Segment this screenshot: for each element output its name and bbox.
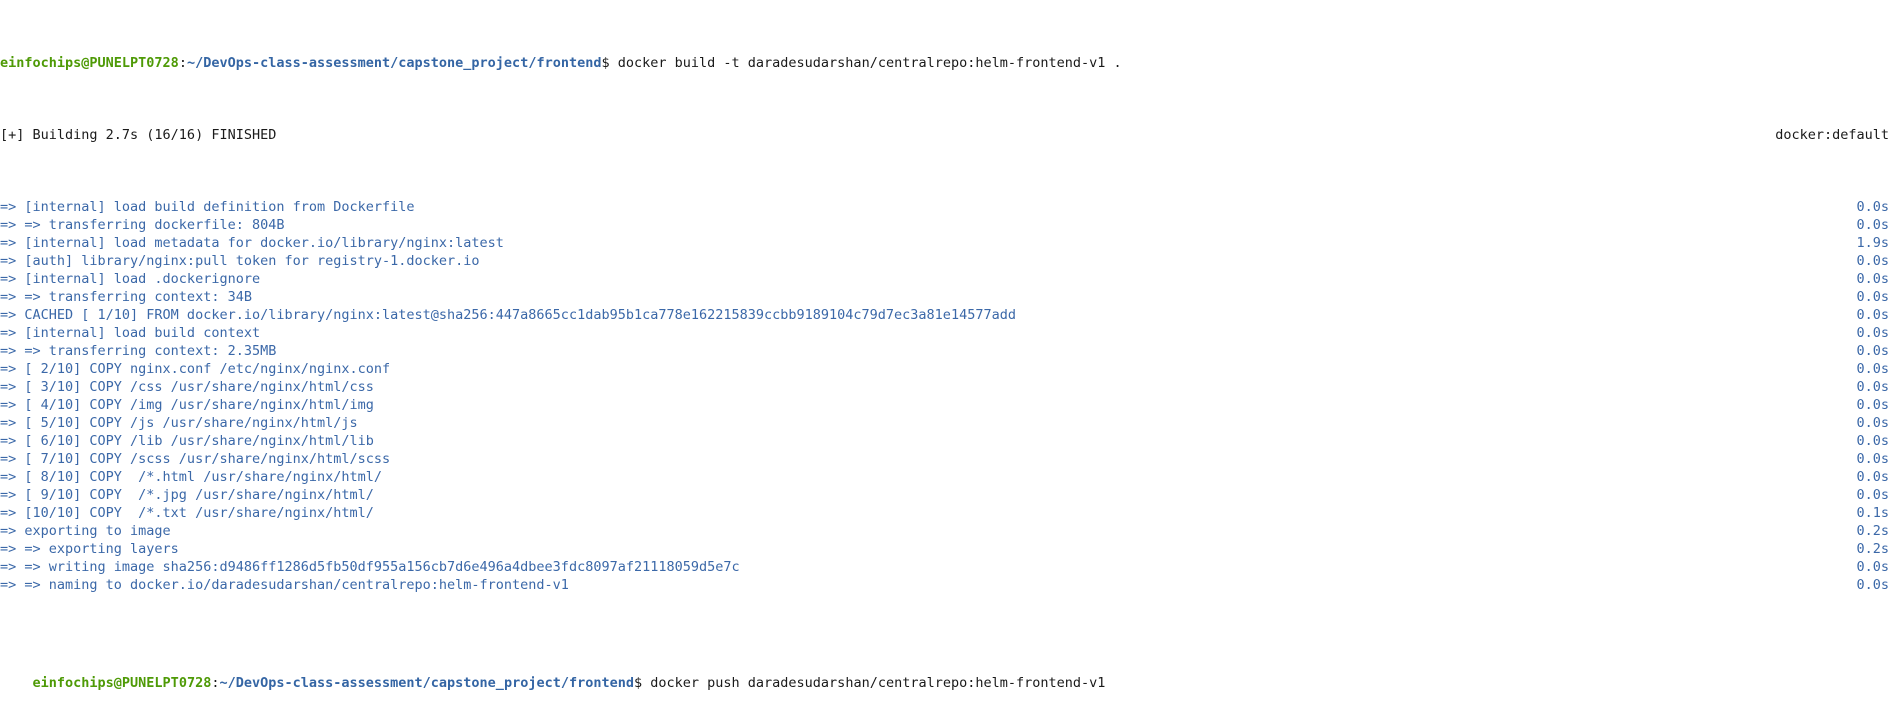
build-step-text: => [ 5/10] COPY /js /usr/share/nginx/htm… bbox=[0, 415, 358, 431]
prompt-colon: : bbox=[178, 55, 187, 71]
build-step-row: => [ 3/10] COPY /css /usr/share/nginx/ht… bbox=[0, 378, 1889, 396]
build-step-duration: 0.2s bbox=[1856, 523, 1889, 539]
build-step-duration: 0.1s bbox=[1856, 505, 1889, 521]
build-step-row: => [ 2/10] COPY nginx.conf /etc/nginx/ng… bbox=[0, 360, 1889, 378]
build-step-text: => [10/10] COPY /*.txt /usr/share/nginx/… bbox=[0, 505, 374, 521]
build-step-text: => [ 4/10] COPY /img /usr/share/nginx/ht… bbox=[0, 397, 374, 413]
build-step-row: => => naming to docker.io/daradesudarsha… bbox=[0, 576, 1889, 594]
build-step-duration: 0.0s bbox=[1856, 397, 1889, 413]
prompt-path: ~/DevOps-class-assessment/capstone_proje… bbox=[186, 55, 602, 71]
build-step-text: => [internal] load .dockerignore bbox=[0, 271, 261, 287]
build-step-text: => [ 6/10] COPY /lib /usr/share/nginx/ht… bbox=[0, 433, 374, 449]
build-step-row: => => transferring dockerfile: 804B 0.0s bbox=[0, 216, 1889, 234]
build-step-duration: 0.0s bbox=[1856, 577, 1889, 593]
prompt-push: einfochips@PUNELPT0728:~/DevOps-class-as… bbox=[33, 675, 1106, 691]
build-step-duration: 0.0s bbox=[1856, 361, 1889, 377]
builder-context: docker:default bbox=[1775, 127, 1889, 143]
build-step-duration: 0.0s bbox=[1856, 253, 1889, 269]
build-step-duration: 0.0s bbox=[1856, 451, 1889, 467]
build-step-duration: 0.0s bbox=[1856, 487, 1889, 503]
command-text: docker build -t daradesudarshan/centralr… bbox=[617, 55, 1122, 71]
build-step-duration: 0.0s bbox=[1856, 433, 1889, 449]
build-header-line: [+] Building 2.7s (16/16) FINISHED docke… bbox=[0, 126, 1889, 144]
build-step-duration: 0.0s bbox=[1856, 343, 1889, 359]
build-step-row: => [ 9/10] COPY /*.jpg /usr/share/nginx/… bbox=[0, 486, 1889, 504]
build-step-duration: 0.0s bbox=[1856, 199, 1889, 215]
prompt-user-host: einfochips@PUNELPT0728 bbox=[0, 55, 179, 71]
prompt-path: ~/DevOps-class-assessment/capstone_proje… bbox=[219, 675, 634, 691]
build-step-text: => [ 7/10] COPY /scss /usr/share/nginx/h… bbox=[0, 451, 391, 467]
build-step-text: => => transferring dockerfile: 804B bbox=[0, 217, 285, 233]
build-step-text: => [ 8/10] COPY /*.html /usr/share/nginx… bbox=[0, 469, 383, 485]
build-step-row: => => writing image sha256:d9486ff1286d5… bbox=[0, 558, 1889, 576]
build-step-row: => [internal] load .dockerignore 0.0s bbox=[0, 270, 1889, 288]
build-step-row: => CACHED [ 1/10] FROM docker.io/library… bbox=[0, 306, 1889, 324]
build-step-row: => [ 8/10] COPY /*.html /usr/share/nginx… bbox=[0, 468, 1889, 486]
prompt-symbol: $ bbox=[601, 55, 618, 71]
build-step-duration: 0.0s bbox=[1856, 469, 1889, 485]
build-step-text: => [internal] load build definition from… bbox=[0, 199, 415, 215]
terminal-window[interactable]: einfochips@PUNELPT0728:~/DevOps-class-as… bbox=[0, 0, 1889, 691]
prompt-user-host: einfochips@PUNELPT0728 bbox=[32, 675, 212, 691]
build-step-row: => [internal] load build definition from… bbox=[0, 198, 1889, 216]
build-step-duration: 0.0s bbox=[1856, 559, 1889, 575]
prompt-build: einfochips@PUNELPT0728:~/DevOps-class-as… bbox=[0, 54, 1122, 72]
build-step-row: => => transferring context: 34B 0.0s bbox=[0, 288, 1889, 306]
build-step-row: => [ 4/10] COPY /img /usr/share/nginx/ht… bbox=[0, 396, 1889, 414]
build-step-row: => [ 5/10] COPY /js /usr/share/nginx/htm… bbox=[0, 414, 1889, 432]
build-step-duration: 0.2s bbox=[1856, 541, 1889, 557]
build-step-row: => [internal] load build context 0.0s bbox=[0, 324, 1889, 342]
prompt-colon: : bbox=[211, 675, 220, 691]
build-step-text: => => writing image sha256:d9486ff1286d5… bbox=[0, 559, 740, 575]
command-text: docker push daradesudarshan/centralrepo:… bbox=[650, 675, 1106, 691]
build-step-text: => => naming to docker.io/daradesudarsha… bbox=[0, 577, 569, 593]
build-step-duration: 0.0s bbox=[1856, 307, 1889, 323]
build-steps-list: => [internal] load build definition from… bbox=[0, 198, 1889, 594]
build-step-text: => [ 3/10] COPY /css /usr/share/nginx/ht… bbox=[0, 379, 374, 395]
build-step-duration: 0.0s bbox=[1856, 379, 1889, 395]
build-step-row: => exporting to image 0.2s bbox=[0, 522, 1889, 540]
build-step-text: => exporting to image bbox=[0, 523, 171, 539]
build-step-text: => [ 9/10] COPY /*.jpg /usr/share/nginx/… bbox=[0, 487, 374, 503]
build-step-row: => [auth] library/nginx:pull token for r… bbox=[0, 252, 1889, 270]
build-step-row: => [internal] load metadata for docker.i… bbox=[0, 234, 1889, 252]
build-step-duration: 0.0s bbox=[1856, 289, 1889, 305]
build-step-text: => => transferring context: 2.35MB bbox=[0, 343, 277, 359]
build-step-row: => [ 7/10] COPY /scss /usr/share/nginx/h… bbox=[0, 450, 1889, 468]
prompt-line-build: einfochips@PUNELPT0728:~/DevOps-class-as… bbox=[0, 54, 1889, 72]
prompt-line-push: einfochips@PUNELPT0728:~/DevOps-class-as… bbox=[0, 648, 1889, 691]
build-step-text: => [auth] library/nginx:pull token for r… bbox=[0, 253, 480, 269]
build-step-duration: 0.0s bbox=[1856, 217, 1889, 233]
build-status-text: [+] Building 2.7s (16/16) FINISHED bbox=[0, 127, 277, 143]
build-step-row: => => exporting layers 0.2s bbox=[0, 540, 1889, 558]
build-step-text: => [ 2/10] COPY nginx.conf /etc/nginx/ng… bbox=[0, 361, 391, 377]
build-step-text: => [internal] load build context bbox=[0, 325, 261, 341]
build-step-text: => CACHED [ 1/10] FROM docker.io/library… bbox=[0, 307, 1016, 323]
build-step-text: => [internal] load metadata for docker.i… bbox=[0, 235, 504, 251]
build-step-duration: 0.0s bbox=[1856, 415, 1889, 431]
build-step-row: => [ 6/10] COPY /lib /usr/share/nginx/ht… bbox=[0, 432, 1889, 450]
build-step-text: => => transferring context: 34B bbox=[0, 289, 252, 305]
build-step-duration: 0.0s bbox=[1856, 271, 1889, 287]
build-step-row: => [10/10] COPY /*.txt /usr/share/nginx/… bbox=[0, 504, 1889, 522]
build-step-text: => => exporting layers bbox=[0, 541, 179, 557]
build-step-row: => => transferring context: 2.35MB 0.0s bbox=[0, 342, 1889, 360]
build-step-duration: 0.0s bbox=[1856, 325, 1889, 341]
prompt-symbol: $ bbox=[633, 675, 651, 691]
build-step-duration: 1.9s bbox=[1856, 235, 1889, 251]
